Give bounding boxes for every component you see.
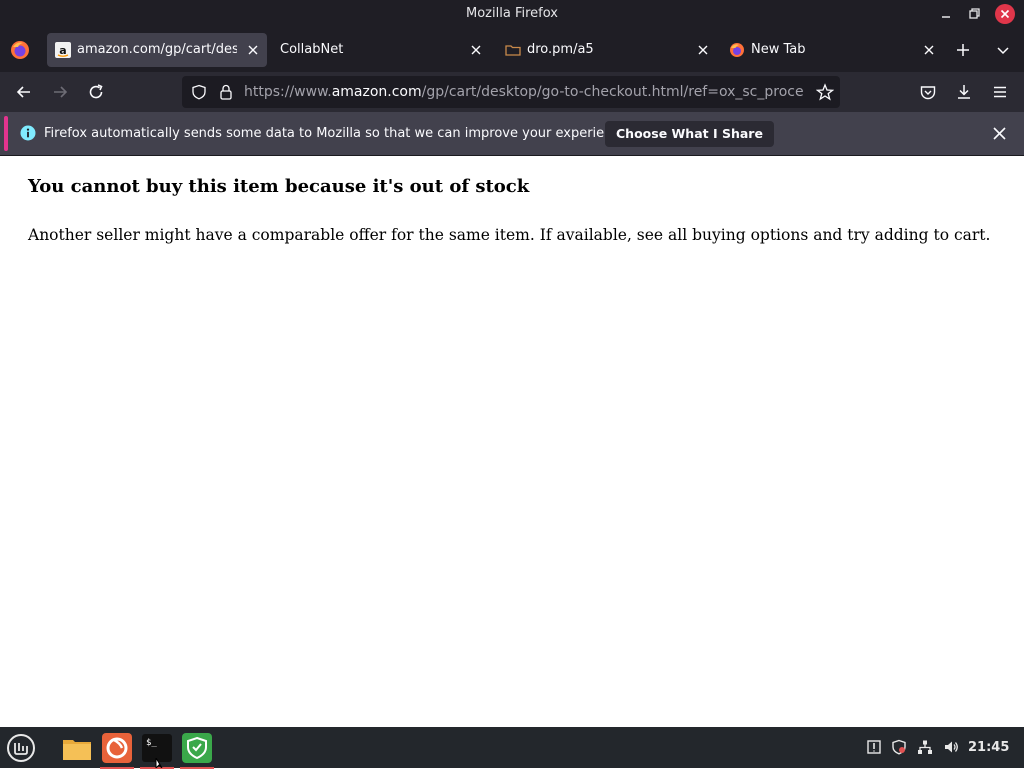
firefox-icon — [729, 42, 745, 58]
window-titlebar: Mozilla Firefox — [0, 0, 1024, 28]
bookmark-star-icon[interactable] — [816, 83, 834, 101]
volume-icon[interactable] — [943, 739, 959, 755]
amazon-icon: a — [55, 42, 71, 58]
page-heading: You cannot buy this item because it's ou… — [28, 176, 530, 197]
svg-text:$_: $_ — [146, 738, 157, 748]
lock-icon[interactable] — [219, 84, 233, 100]
firefox-icon — [102, 733, 132, 763]
window-title: Mozilla Firefox — [466, 6, 558, 21]
notification-close-button[interactable] — [992, 126, 1007, 141]
tab-close-icon[interactable] — [247, 44, 259, 56]
notification-accent — [4, 116, 8, 151]
tracking-protection-icon[interactable] — [191, 84, 207, 100]
tab-close-icon[interactable] — [923, 44, 935, 56]
tab-close-icon[interactable] — [470, 44, 482, 56]
svg-text:a: a — [59, 44, 66, 57]
pocket-button[interactable] — [919, 83, 937, 101]
files-icon — [63, 740, 91, 760]
tab-label: New Tab — [751, 42, 806, 57]
reload-button[interactable] — [87, 83, 105, 101]
tab-close-icon[interactable] — [697, 44, 709, 56]
url-text[interactable]: https://www.amazon.com/gp/cart/desktop/g… — [244, 84, 804, 100]
folder-icon — [505, 42, 521, 58]
chevron-down-icon — [997, 47, 1009, 55]
forward-button[interactable] — [51, 83, 69, 101]
tab-new-tab[interactable]: New Tab — [721, 33, 943, 67]
data-reporting-notification: Firefox automatically sends some data to… — [0, 112, 1024, 156]
close-icon — [993, 127, 1006, 140]
security-app-button[interactable] — [180, 731, 214, 769]
url-prefix: https://www. — [244, 84, 332, 100]
navigation-toolbar: https://www.amazon.com/gp/cart/desktop/g… — [0, 72, 1024, 112]
firefox-app-button[interactable] — [100, 731, 134, 769]
firefox-view-button[interactable] — [9, 39, 31, 61]
system-taskbar: $_ 21:45 — [0, 727, 1024, 769]
list-all-tabs-button[interactable] — [995, 42, 1011, 58]
tab-amazon-cart[interactable]: a amazon.com/gp/cart/desktop/go-to-check… — [47, 33, 267, 67]
url-host: amazon.com — [331, 84, 422, 100]
arrow-right-icon — [54, 86, 68, 98]
app-menu-button[interactable] — [991, 83, 1009, 101]
mouse-cursor-icon — [155, 758, 167, 768]
notification-message: Firefox automatically sends some data to… — [44, 126, 632, 141]
tab-label: dro.pm/a5 — [527, 42, 594, 57]
downloads-button[interactable] — [955, 83, 973, 101]
mint-menu-icon — [7, 734, 35, 762]
hamburger-menu-icon — [994, 86, 1006, 98]
start-menu-button[interactable] — [4, 731, 38, 765]
maximize-button[interactable] — [965, 5, 983, 23]
minimize-icon — [942, 16, 950, 18]
info-icon — [20, 125, 36, 141]
new-tab-button[interactable] — [955, 42, 971, 58]
tab-collabnet[interactable]: CollabNet — [268, 33, 490, 67]
page-content: You cannot buy this item because it's ou… — [0, 156, 1024, 727]
tab-strip: a amazon.com/gp/cart/desktop/go-to-check… — [0, 28, 1024, 72]
arrow-left-icon — [16, 86, 30, 98]
window-close-button[interactable] — [995, 4, 1015, 24]
shield-app-icon — [182, 733, 212, 763]
download-icon — [958, 85, 970, 99]
clock[interactable]: 21:45 — [968, 740, 1009, 755]
page-message: Another seller might have a comparable o… — [28, 226, 991, 244]
choose-what-i-share-button[interactable]: Choose What I Share — [605, 121, 774, 147]
firefox-icon — [11, 41, 29, 59]
network-icon[interactable] — [917, 739, 933, 755]
tab-label: CollabNet — [280, 42, 344, 57]
url-path: /gp/cart/desktop/go-to-checkout.html/ref… — [421, 84, 804, 100]
address-bar[interactable]: https://www.amazon.com/gp/cart/desktop/g… — [182, 76, 840, 108]
minimize-button[interactable] — [937, 5, 955, 23]
back-button[interactable] — [15, 83, 33, 101]
pocket-icon — [920, 86, 936, 100]
restore-icon — [969, 8, 980, 19]
close-icon — [1000, 9, 1010, 19]
tab-dro-pm[interactable]: dro.pm/a5 — [497, 33, 717, 67]
update-manager-icon[interactable] — [866, 739, 882, 755]
plus-icon — [957, 44, 969, 56]
tab-label: amazon.com/gp/cart/desktop/go-to-checkou… — [77, 42, 237, 57]
shield-tray-icon[interactable] — [891, 739, 907, 755]
reload-icon — [89, 84, 103, 99]
files-app-button[interactable] — [60, 731, 94, 765]
